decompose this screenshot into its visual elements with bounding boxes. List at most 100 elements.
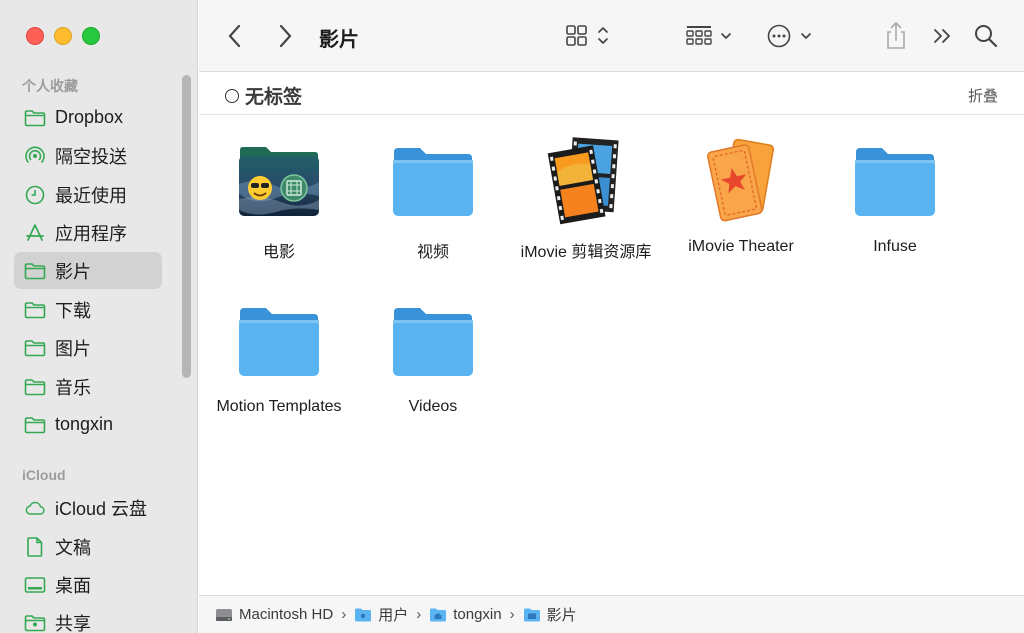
sidebar-item-documents[interactable]: 文稿 [14,528,162,565]
file-item[interactable]: 视频 [355,136,511,262]
folder-icon [24,260,46,282]
breadcrumb-movies[interactable]: 影片 [523,604,577,625]
sidebar-scrollbar[interactable] [182,75,191,378]
toolbar: 影片 [199,0,1024,72]
folder-icon [24,337,46,359]
zoom-button[interactable] [82,27,100,45]
desktop-icon [24,574,46,596]
double-chevron-right-icon [934,29,950,43]
grid-view-icon [566,25,608,46]
sidebar-item-label: 下载 [55,300,91,321]
search-icon [975,25,998,48]
cloud-icon [24,497,46,519]
search-button[interactable] [973,20,999,52]
breadcrumb-label: 用户 [378,607,409,624]
breadcrumb-separator: › [509,606,515,623]
file-item[interactable]: iMovie Theater [663,136,819,256]
file-name: iMovie 剪辑资源库 [520,244,652,261]
file-name: Motion Templates [216,398,342,415]
collapse-button[interactable]: 折叠 [968,85,998,106]
sidebar-item-label: iCloud 云盘 [55,498,148,519]
sidebar-item-desktop[interactable]: 桌面 [14,566,162,603]
file-item[interactable]: Motion Templates [201,296,357,416]
share-icon [887,22,905,49]
forward-button[interactable] [275,20,295,52]
view-mode-button[interactable] [565,20,613,52]
minimize-button[interactable] [54,27,72,45]
more-toolbar-button[interactable] [931,20,955,52]
sidebar-section-icloud: iCloud [22,467,66,483]
sidebar-item-label: 应用程序 [55,223,127,244]
file-name: iMovie Theater [688,238,794,255]
group-icon [686,26,731,45]
sidebar-item-tongxin[interactable]: tongxin [14,406,162,443]
folder-icon [24,107,46,129]
home-folder-icon [430,608,447,621]
folder-icon [24,376,46,398]
file-item[interactable]: iMovie 剪辑资源库 [508,136,664,262]
tag-filter[interactable]: 无标签 [225,82,302,109]
sidebar-item-label: 文稿 [55,537,91,558]
tv-folder-icon [234,136,324,226]
folder-icon [355,608,372,621]
window-controls [26,27,100,45]
sidebar-item-movies[interactable]: 影片 [14,252,162,289]
tickets-icon [696,136,786,226]
finder-window: 个人收藏 Dropbox 隔空投送 最近使用 应用程序 影片 下载 图片 音乐 … [0,0,1024,633]
sidebar-item-airdrop[interactable]: 隔空投送 [14,137,162,174]
action-menu-button[interactable] [767,20,817,52]
ellipsis-circle-icon [767,24,811,48]
tag-circle-icon [225,88,239,103]
airdrop-icon [24,145,46,167]
apps-icon [24,222,46,244]
sidebar-item-label: tongxin [55,414,114,434]
folder-icon [24,414,46,436]
folder-icon [388,296,478,386]
hard-drive-icon [216,608,232,621]
sidebar-item-shared[interactable]: 共享 [14,604,162,633]
breadcrumb-macintosh-hd[interactable]: Macintosh HD [215,606,333,623]
file-item[interactable]: Infuse [817,136,973,256]
sidebar-item-label: 影片 [55,261,91,282]
document-icon [24,536,46,558]
sidebar-item-label: Dropbox [55,107,124,127]
film-strip-icon [541,136,631,226]
file-name: Videos [408,398,458,415]
file-name: Infuse [873,238,917,255]
back-button[interactable] [225,20,245,52]
sidebar-section-favorites: 个人收藏 [22,78,78,94]
sidebar: 个人收藏 Dropbox 隔空投送 最近使用 应用程序 影片 下载 图片 音乐 … [0,0,198,633]
file-item[interactable]: Videos [355,296,511,416]
breadcrumb-label: tongxin [453,606,502,623]
close-button[interactable] [26,27,44,45]
file-name: 电影 [262,244,295,261]
breadcrumb-separator: › [341,606,347,623]
sidebar-item-label: 桌面 [55,575,91,596]
chevron-left-icon [228,24,241,48]
folder-icon [850,136,940,226]
file-item[interactable]: 电影 [201,136,357,262]
sidebar-item-downloads[interactable]: 下载 [14,291,162,328]
group-by-button[interactable] [685,20,737,52]
file-grid: 电影 视频 iMovie 剪辑资源库 iMovie Theater Infuse… [199,116,1024,595]
breadcrumb-label: 影片 [546,607,577,624]
sidebar-item-recents[interactable]: 最近使用 [14,176,162,213]
sidebar-item-icloud-drive[interactable]: iCloud 云盘 [14,489,162,526]
breadcrumb-label: Macintosh HD [239,606,334,623]
shared-folder-icon [24,612,46,633]
breadcrumb-users[interactable]: 用户 [354,604,408,625]
sidebar-item-music[interactable]: 音乐 [14,368,162,405]
sidebar-item-label: 图片 [55,338,91,359]
share-button[interactable] [883,20,909,52]
sidebar-item-label: 隔空投送 [55,146,127,167]
path-bar: Macintosh HD › 用户 › tongxin › 影片 [199,595,1024,633]
sidebar-item-pictures[interactable]: 图片 [14,329,162,366]
sidebar-item-label: 音乐 [55,377,91,398]
sidebar-item-applications[interactable]: 应用程序 [14,214,162,251]
tag-bar: 无标签 折叠 [199,72,1024,115]
chevron-right-icon [279,24,292,48]
breadcrumb-tongxin[interactable]: tongxin [429,606,502,623]
sidebar-item-dropbox[interactable]: Dropbox [14,99,162,136]
clock-icon [24,184,46,206]
file-name: 视频 [416,244,449,261]
